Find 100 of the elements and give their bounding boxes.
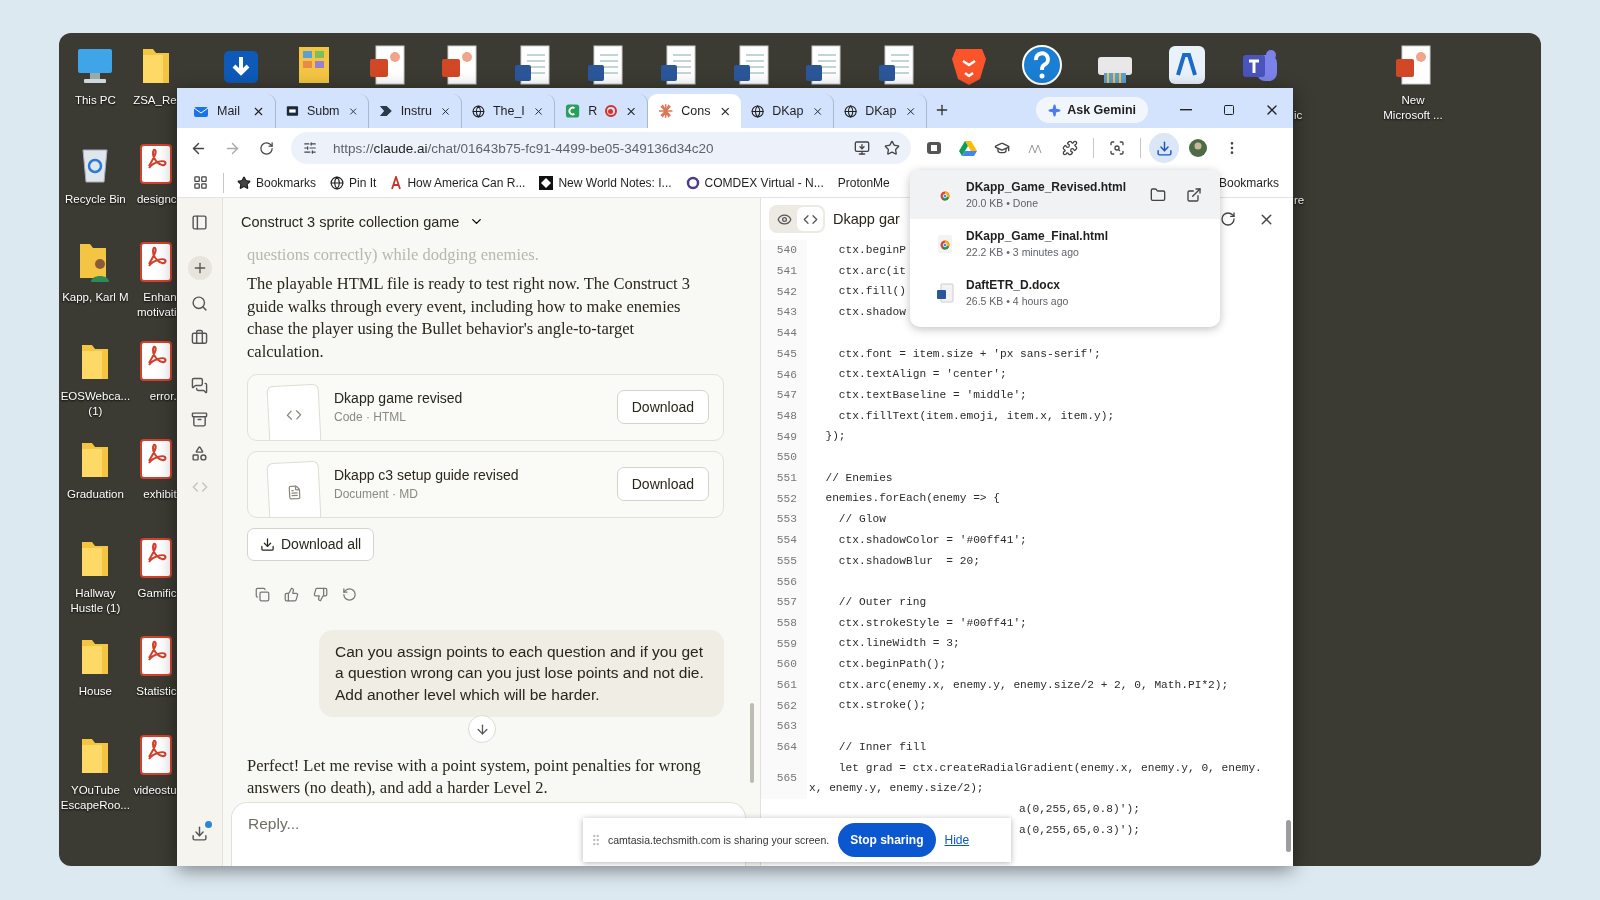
shapes-button[interactable]: [189, 443, 210, 464]
shapes-icon: [191, 445, 208, 462]
download-item[interactable]: DKapp_Game_Revised.html 20.0 KB • Done: [910, 170, 1220, 219]
new-chat-button[interactable]: [187, 256, 212, 280]
grid-icon: [192, 175, 208, 190]
ring-icon: [685, 175, 700, 190]
line-number: 552: [761, 488, 807, 510]
bookmark-link[interactable]: Bookmarks: [232, 173, 322, 192]
code-line: a(0,255,65,0.8)');: [1019, 801, 1140, 817]
line-number: 557: [761, 591, 807, 613]
copy-button[interactable]: [255, 586, 270, 602]
thumbs-down-icon: [313, 586, 328, 602]
desktop-icon-label: Hallway Hustle (1): [69, 585, 122, 616]
minimize-icon: [1179, 109, 1192, 111]
code-line: // Glow: [837, 512, 886, 528]
download-item[interactable]: DKapp_Game_Final.html 22.2 KB • 3 minutes ago: [910, 219, 1220, 268]
retry-icon: [342, 586, 357, 602]
logo-icon: [390, 175, 403, 190]
briefcase-icon: [191, 329, 208, 346]
desktop-icon-label: re: [1294, 194, 1305, 206]
globe-icon: [751, 103, 765, 119]
notification-dot: [205, 821, 212, 828]
triangle-logo-icon: [959, 140, 977, 156]
download-button[interactable]: Download: [616, 467, 709, 502]
message-text: The playable HTML file is ready to test right now. The Construct 3 guide walks through every event, including how to make enemies chase the player using the Bullet behavior's angle-to-target calculation.: [247, 273, 691, 364]
code-line: ctx.fill(): [837, 284, 906, 300]
file-name: DaftETR_D.docx: [966, 278, 1061, 292]
external-link-icon: [1186, 186, 1202, 203]
star-icon: [884, 140, 900, 156]
app-icon: [286, 103, 299, 119]
code-line: ctx.textBaseline = 'middle';: [837, 387, 1027, 403]
maximize-icon: [1222, 104, 1235, 116]
code-view-button[interactable]: [797, 207, 823, 231]
line-number: 542: [761, 281, 807, 303]
download-button[interactable]: Download: [616, 390, 709, 425]
download-icon: [1155, 139, 1173, 157]
bookmark-link[interactable]: COMDEX Virtual - N...: [680, 173, 829, 192]
line-number: 544: [761, 322, 807, 344]
message-text: Perfect! Let me revise with a point system, point penalties for wrong answers (no death), and add a harder Level 2.: [247, 755, 702, 798]
code-line: ctx.beginPath();: [837, 657, 947, 672]
code-line: ctx.arc(it: [837, 263, 906, 279]
desktop-icon-label: exhibit: [143, 487, 177, 502]
downloads-button[interactable]: [189, 823, 210, 844]
file-name: DKapp_Game_Final.html: [966, 229, 1110, 243]
message-text: questions correctly) while dodging enemies.: [247, 245, 540, 265]
archive-button[interactable]: [189, 409, 210, 430]
line-number: 540: [761, 240, 807, 261]
desktop-icon-label: Statistic: [136, 684, 177, 699]
downloads-button[interactable]: [1149, 133, 1179, 163]
folder-icon: [1150, 186, 1166, 203]
line-number: 564: [761, 736, 807, 758]
code-line: ctx.textAlign = 'center';: [837, 367, 1007, 383]
bookmark-link[interactable]: Pin It: [325, 173, 382, 192]
line-number: 562: [761, 695, 807, 717]
spreadsheet-icon: [565, 103, 581, 119]
hide-link[interactable]: Hide: [944, 833, 970, 847]
desktop-icon-label: videostu: [133, 782, 177, 798]
ask-gemini-button[interactable]: Ask Gemini: [1036, 97, 1148, 123]
desktop-icon-label: ZSA_Re: [133, 93, 177, 108]
line-number: 556: [761, 571, 807, 592]
code-line: });: [824, 429, 846, 445]
bookmark-link[interactable]: New World Notes: I...: [534, 173, 677, 192]
stop-sharing-button[interactable]: Stop sharing: [838, 823, 936, 857]
desktop-icon-label: Kapp, Karl M: [62, 290, 129, 305]
file-status: 20.0 KB • Done: [966, 197, 1039, 209]
desktop-icon-label: Graduation: [66, 487, 124, 502]
graduation-cap-icon: [994, 140, 1010, 156]
line-number: 551: [761, 467, 807, 489]
refresh-icon: [1220, 211, 1236, 227]
thumbs-up-button[interactable]: [284, 586, 299, 602]
thumbs-up-icon: [284, 586, 299, 602]
avatar-icon: [1188, 138, 1208, 158]
download-icon: [260, 536, 275, 552]
all-bookmarks-link[interactable]: Bookmarks: [1218, 175, 1279, 190]
code-line: ctx.arc(enemy.x, enemy.y, enemy.size/2 + 2, 0, Math.PI*2);: [837, 677, 1229, 693]
scroll-down-button[interactable]: [468, 715, 496, 743]
globe-icon: [844, 103, 858, 119]
sliders-icon: [303, 141, 317, 155]
bookmark-link[interactable]: How America Can R...: [385, 173, 531, 192]
line-number: 563: [761, 716, 807, 737]
file-type: Document · MD: [334, 487, 420, 502]
code-line: ctx.strokeStyle = '#00ff41';: [837, 615, 1027, 631]
bookmark-link[interactable]: ProtonMe: [832, 173, 895, 192]
retry-button[interactable]: [342, 586, 357, 602]
code-line: ctx.fillText(item.emoji, item.x, item.y);: [837, 408, 1115, 424]
code-line: // Enemies: [824, 470, 893, 486]
monitor-download-icon: [854, 140, 870, 156]
zigzag-icon: [1028, 142, 1044, 154]
code-line: ctx.font = item.size + 'px sans-serif';: [837, 346, 1101, 362]
square-app-icon: [926, 140, 942, 156]
chats-button[interactable]: [189, 375, 210, 396]
download-item[interactable]: DaftETR_D.docx 26.5 KB • 4 hours ago: [910, 268, 1220, 317]
browser-tab[interactable]: Cons: [648, 94, 741, 128]
address-bar[interactable]: https://claude.ai/chat/01643b75-fc91-4499-be05-349136d34c20: [291, 132, 911, 164]
sidebar-toggle-button[interactable]: [189, 212, 210, 233]
archive-icon: [191, 411, 208, 428]
download-all-button[interactable]: Download all: [247, 527, 375, 561]
plus-icon: [934, 102, 950, 118]
thumbs-down-button[interactable]: [313, 586, 328, 602]
desktop-icon-label: designc: [136, 191, 177, 207]
